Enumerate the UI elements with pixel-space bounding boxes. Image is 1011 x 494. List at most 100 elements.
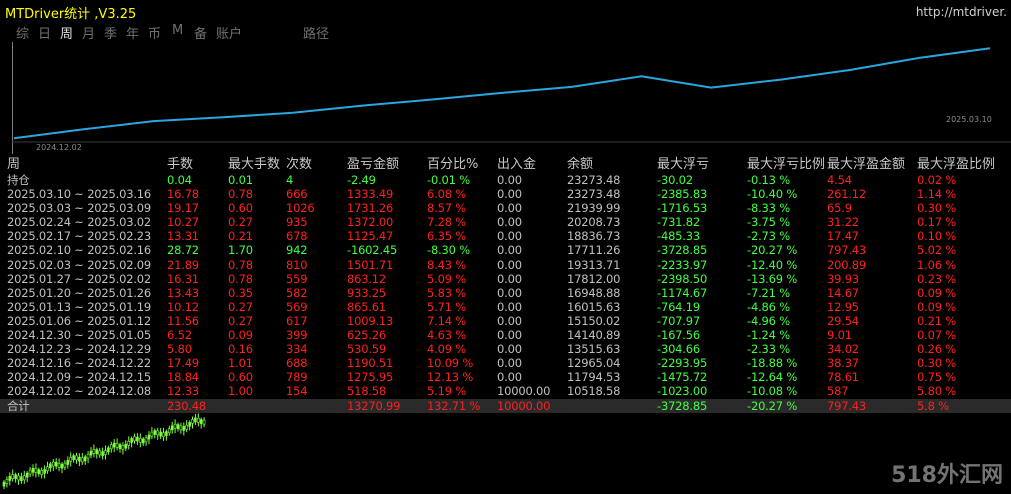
tab-quarter[interactable]: 季 — [104, 23, 117, 42]
cell-lots: 16.31 — [167, 271, 199, 286]
cell-deposit: 0.00 — [497, 313, 522, 328]
tab-day[interactable]: 日 — [38, 23, 51, 42]
cell-percent: 10.09 % — [427, 356, 474, 371]
cell-max-lots: 0.35 — [228, 285, 253, 300]
cell-lots: 18.84 — [167, 370, 199, 385]
cell-percent: 7.28 % — [427, 215, 466, 230]
cell-profit: 1009.13 — [347, 313, 394, 328]
cell-count: 559 — [286, 271, 308, 286]
table-row: 2024.12.30 ~ 2025.01.05 6.52 0.09 399 625.26… — [0, 328, 1011, 342]
row-label: 2025.01.20 ~ 2025.01.26 — [7, 285, 152, 300]
table-row: 2024.12.23 ~ 2024.12.29 5.80 0.16 334 530.59… — [0, 342, 1011, 356]
header-max-lots: 最大手数 — [228, 157, 281, 172]
candle-body — [83, 456, 87, 462]
equity-curve-chart: 2024.12.02 2025.03.10 — [12, 42, 1011, 154]
candle-body — [57, 463, 61, 468]
header-max-float-loss: 最大浮亏 — [657, 157, 710, 172]
cell-max-lots: 0.60 — [228, 201, 253, 216]
cell-max-float-loss-pct: -20.27 % — [747, 398, 798, 413]
cell-max-float-loss: -707.97 — [657, 313, 700, 328]
cell-max-float-loss-pct: -8.33 % — [747, 201, 790, 216]
cell-deposit: 0.00 — [497, 173, 522, 187]
row-label: 2024.12.23 ~ 2024.12.29 — [7, 342, 152, 357]
candle-body — [144, 437, 148, 443]
candle-body — [194, 417, 197, 423]
cell-max-float-profit: 200.89 — [827, 257, 867, 272]
candle-body — [11, 474, 14, 479]
cell-max-float-loss-pct: -10.08 % — [747, 384, 798, 399]
cell-max-float-profit: 261.12 — [827, 187, 867, 202]
cell-count: 666 — [286, 187, 308, 202]
tab-week[interactable]: 周 — [60, 23, 73, 42]
row-label: 2024.12.30 ~ 2025.01.05 — [7, 328, 152, 343]
cell-max-float-loss-pct: -4.96 % — [747, 313, 790, 328]
cell-deposit: 0.00 — [497, 328, 522, 343]
cell-count: 154 — [286, 384, 308, 399]
candle-body — [176, 424, 180, 429]
candle-body — [191, 419, 194, 424]
candle-body — [75, 455, 78, 461]
cell-max-lots: 0.16 — [228, 342, 253, 357]
candle-body — [46, 466, 49, 472]
tab-year[interactable]: 年 — [126, 23, 139, 42]
cell-max-float-loss-pct: -12.40 % — [747, 257, 798, 272]
cell-max-float-loss-pct: -12.64 % — [747, 370, 798, 385]
table-row: 2025.02.17 ~ 2025.02.23 13.31 0.21 678 1125.… — [0, 229, 1011, 243]
title-bar: MTDriver统计 ,V3.25 http://mtdriver. — [0, 0, 1011, 22]
cell-max-float-profit: 587 — [827, 384, 849, 399]
row-label: 2024.12.09 ~ 2024.12.15 — [7, 370, 152, 385]
table-row: 2025.01.20 ~ 2025.01.26 13.43 0.35 582 933.2… — [0, 286, 1011, 300]
cell-max-lots: 1.70 — [228, 243, 253, 258]
candle-body — [118, 444, 122, 449]
cell-max-float-loss-pct: -20.27 % — [747, 243, 798, 258]
cell-max-float-loss-pct: -18.88 % — [747, 356, 798, 371]
candle-body — [49, 463, 52, 469]
row-label: 2025.02.24 ~ 2025.03.02 — [7, 215, 152, 230]
cell-deposit: 0.00 — [497, 187, 522, 202]
cell-max-float-profit: 9.01 — [827, 328, 852, 343]
candle-body — [141, 438, 145, 444]
table-header: 周 手数 最大手数 次数 盈亏金额 百分比% 出入金 余额 最大浮亏 最大浮亏比… — [0, 156, 1011, 173]
cell-profit: 1333.49 — [347, 187, 394, 202]
candle-body — [98, 450, 101, 456]
cell-max-float-loss-pct: -13.69 % — [747, 271, 798, 286]
cell-profit: 13270.99 — [347, 398, 401, 413]
cell-max-float-loss: -1716.53 — [657, 201, 708, 216]
candle-body — [159, 431, 162, 437]
total-row: 合计 230.48 13270.99 132.71 % 10000.00 -3728.85… — [0, 398, 1011, 413]
candle-body — [197, 417, 200, 423]
cell-max-float-loss: -167.56 — [657, 328, 700, 343]
cell-percent: 7.14 % — [427, 313, 466, 328]
cell-deposit: 0.00 — [497, 356, 522, 371]
cell-lots: 19.17 — [167, 201, 199, 216]
tab-magic[interactable]: M — [172, 23, 183, 38]
cell-balance: 17711.26 — [567, 243, 621, 258]
tab-notes[interactable]: 备 — [194, 23, 207, 42]
cell-max-float-loss: -304.66 — [657, 342, 700, 357]
cell-max-float-profit: 4.54 — [827, 173, 852, 187]
cell-max-float-loss-pct: -3.75 % — [747, 215, 790, 230]
header-max-float-loss-pct: 最大浮亏比例 — [747, 157, 826, 172]
tab-path[interactable]: 路径 — [303, 23, 329, 42]
candle-body — [72, 455, 75, 460]
candle-body — [173, 423, 177, 429]
tab-month[interactable]: 月 — [82, 23, 95, 42]
cell-deposit: 0.00 — [497, 285, 522, 300]
cell-balance: 21939.99 — [567, 201, 621, 216]
candle-body — [188, 422, 191, 427]
candle-body — [168, 428, 171, 434]
tab-account[interactable]: 账户 — [216, 23, 242, 42]
tab-currency[interactable]: 币 — [148, 23, 161, 42]
cell-profit: 1372.00 — [347, 215, 394, 230]
table-row: 2025.03.10 ~ 2025.03.16 16.78 0.78 666 1333.… — [0, 187, 1011, 201]
candle-body — [60, 463, 64, 469]
cell-max-float-loss-pct: -1.24 % — [747, 328, 790, 343]
tab-summary[interactable]: 综 — [16, 23, 29, 42]
cell-count: 688 — [286, 356, 308, 371]
website-url[interactable]: http://mtdriver. — [916, 5, 1007, 19]
candle-body — [66, 460, 70, 465]
candle-body — [43, 469, 46, 474]
cell-max-float-loss: -2233.97 — [657, 257, 708, 272]
row-label: 2025.01.06 ~ 2025.01.12 — [7, 313, 152, 328]
row-label: 2024.12.02 ~ 2024.12.08 — [7, 384, 152, 399]
